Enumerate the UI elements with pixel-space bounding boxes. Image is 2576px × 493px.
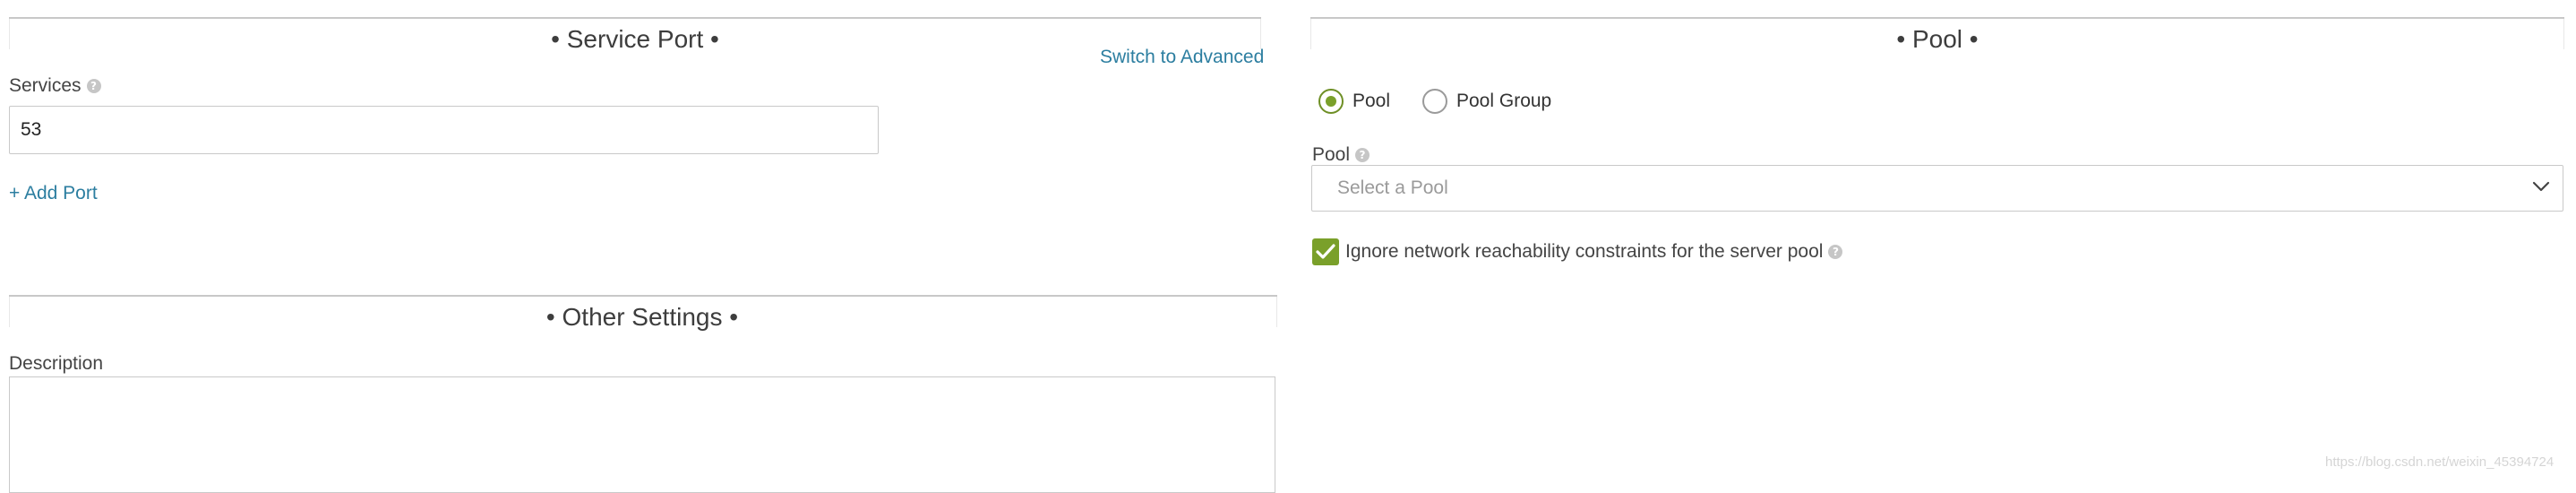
radio-pool-label: Pool <box>1352 91 1391 111</box>
question-circle-icon[interactable]: ? <box>86 79 101 94</box>
watermark-text: https://blog.csdn.net/weixin_45394724 <box>2325 454 2555 470</box>
pool-select-placeholder: Select a Pool <box>1337 177 1448 198</box>
description-textarea[interactable] <box>9 376 1275 493</box>
pool-field-label-text: Pool <box>1312 144 1351 165</box>
question-circle-icon[interactable]: ? <box>1355 148 1370 163</box>
radio-pool-group-indicator[interactable] <box>1422 89 1447 114</box>
service-port-title: • Service Port • <box>551 25 719 53</box>
ignore-reachability-checkbox[interactable] <box>1312 238 1339 265</box>
services-label-text: Services <box>9 75 82 96</box>
checkmark-icon <box>1316 244 1335 259</box>
ignore-reachability-label: Ignore network reachability constraints … <box>1345 241 1843 263</box>
switch-to-advanced-link[interactable]: Switch to Advanced <box>1100 47 1264 68</box>
pool-select[interactable]: Select a Pool <box>1311 165 2563 212</box>
services-label: Services? <box>9 75 101 97</box>
question-circle-icon[interactable]: ? <box>1828 245 1843 260</box>
add-port-link[interactable]: + Add Port <box>9 183 98 204</box>
services-input[interactable] <box>9 106 879 154</box>
description-label: Description <box>9 353 104 374</box>
ignore-reachability-label-text: Ignore network reachability constraints … <box>1345 241 1824 262</box>
radio-pool-group[interactable]: Pool Group <box>1422 89 1551 114</box>
pool-field-label: Pool? <box>1312 144 1370 166</box>
chevron-down-icon[interactable] <box>2532 180 2550 196</box>
radio-pool-indicator[interactable] <box>1318 89 1344 114</box>
other-settings-title: • Other Settings • <box>545 303 739 331</box>
pool-title: • Pool • <box>1896 25 1979 53</box>
radio-pool[interactable]: Pool <box>1318 89 1390 114</box>
radio-pool-group-label: Pool Group <box>1456 91 1552 111</box>
